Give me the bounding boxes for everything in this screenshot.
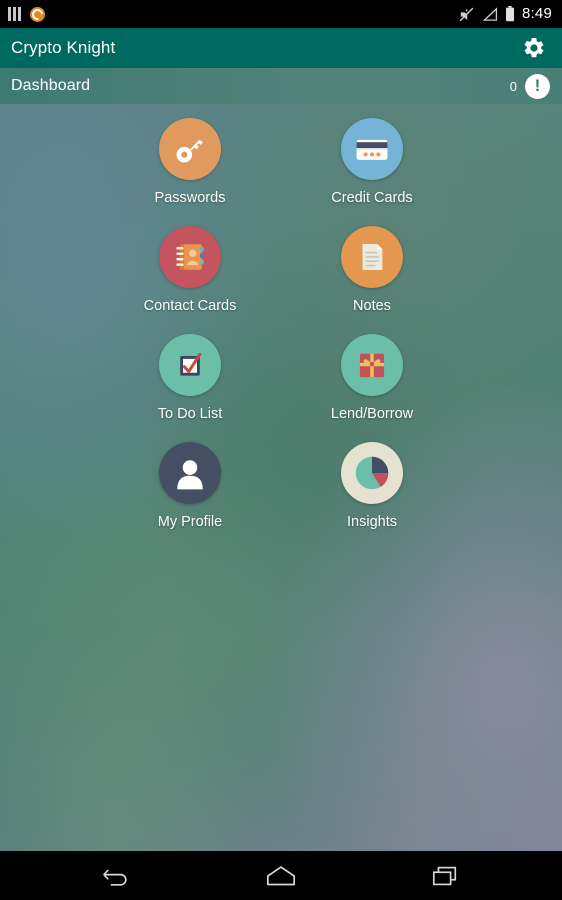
battery-icon [505, 6, 515, 22]
alert-area: 0 ! [509, 73, 550, 99]
signal-icon [482, 6, 498, 22]
tile-label: Credit Cards [331, 190, 413, 206]
home-icon[interactable] [258, 856, 304, 896]
grid-row: My Profile Insights [0, 442, 562, 530]
tile-todo-list[interactable]: To Do List [129, 334, 251, 422]
app-bar: Crypto Knight [0, 28, 562, 68]
credit-card-icon-circle [341, 118, 403, 180]
tile-label: Insights [347, 514, 397, 530]
alert-count: 0 [509, 78, 517, 94]
status-bar-right-icons: 8:49 [458, 0, 552, 28]
document-icon-circle [341, 226, 403, 288]
credit-card-icon [356, 139, 388, 160]
pie-chart-icon [355, 456, 389, 490]
address-book-icon-circle [159, 226, 221, 288]
recents-icon[interactable] [422, 856, 468, 896]
pie-chart-icon-circle [341, 442, 403, 504]
gift-icon-circle [341, 334, 403, 396]
gear-icon[interactable] [520, 34, 548, 62]
android-device-screen: 8:49 Crypto Knight Dashboard 0 ! Passwor… [0, 0, 562, 900]
address-book-icon [176, 244, 204, 270]
tile-notes[interactable]: Notes [311, 226, 433, 314]
status-bar-clock: 8:49 [522, 5, 552, 22]
checkbox-icon [180, 352, 202, 376]
alert-badge-symbol: ! [534, 76, 541, 95]
tile-label: Notes [353, 298, 391, 314]
grid-row: To Do List Lend/Borrow [0, 334, 562, 422]
tile-label: Contact Cards [143, 298, 237, 314]
dashboard-header-bar: Dashboard 0 ! [0, 68, 562, 104]
person-icon-circle [159, 442, 221, 504]
tile-label: To Do List [157, 406, 223, 422]
app-notification-icon [30, 6, 45, 22]
exclamation-icon[interactable]: ! [525, 73, 550, 99]
tile-lend-borrow[interactable]: Lend/Borrow [311, 334, 433, 422]
bars-icon [8, 7, 21, 21]
page-title: Dashboard [11, 77, 91, 94]
grid-row: Contact Cards Notes [0, 226, 562, 314]
checkbox-icon-circle [159, 334, 221, 396]
app-title: Crypto Knight [11, 38, 116, 57]
dashboard-grid: Passwords Credit Cards Contact Cards Not… [0, 104, 562, 851]
tile-credit-cards[interactable]: Credit Cards [311, 118, 433, 206]
tile-label: Passwords [154, 190, 226, 206]
mute-icon [458, 6, 475, 23]
key-icon [176, 139, 203, 163]
navigation-bar [0, 851, 562, 900]
key-icon-circle [159, 118, 221, 180]
tile-label: My Profile [157, 514, 223, 530]
tile-passwords[interactable]: Passwords [129, 118, 251, 206]
person-icon [177, 460, 203, 490]
status-bar-left-icons [8, 6, 45, 22]
tile-label: Lend/Borrow [330, 406, 414, 422]
back-arrow-icon[interactable] [94, 856, 140, 896]
grid-row: Passwords Credit Cards [0, 118, 562, 206]
tile-insights[interactable]: Insights [311, 442, 433, 530]
document-icon [362, 244, 383, 270]
tile-contact-cards[interactable]: Contact Cards [129, 226, 251, 314]
gift-icon [359, 353, 385, 378]
status-bar: 8:49 [0, 0, 562, 28]
tile-my-profile[interactable]: My Profile [129, 442, 251, 530]
